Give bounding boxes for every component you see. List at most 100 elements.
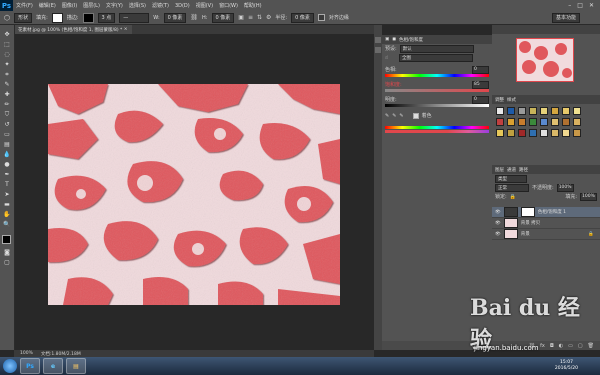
hue-field[interactable]: 0 [472, 65, 489, 74]
channel-select[interactable]: 全图 [399, 53, 474, 62]
quick-mask-icon[interactable]: ◙ [3, 249, 11, 257]
style-swatch-17[interactable] [496, 129, 504, 137]
eye-icon[interactable]: 👁 [495, 221, 501, 226]
eyedropper-plus-icon[interactable]: ✎ [392, 113, 396, 119]
style-swatch-10[interactable] [507, 118, 515, 126]
stamp-tool-icon[interactable]: ⛉ [3, 111, 11, 119]
preset-select[interactable]: 默认 [399, 44, 474, 53]
layer-name[interactable]: 背景 [521, 231, 530, 237]
history-panel-icon[interactable] [375, 37, 381, 43]
style-swatch-19[interactable] [518, 129, 526, 137]
style-swatch-8[interactable] [573, 107, 581, 115]
style-swatch-24[interactable] [573, 129, 581, 137]
taskbar-browser[interactable]: e [43, 358, 63, 374]
navigator-thumbnail[interactable] [516, 38, 574, 82]
blur-tool-icon[interactable]: 💧 [3, 151, 11, 159]
layer-kind-select[interactable]: 类型 [495, 174, 527, 183]
style-swatch-4[interactable] [529, 107, 537, 115]
radius-field[interactable]: 0 像素 [291, 12, 314, 23]
layer-row-adjustment[interactable]: 👁 色相/饱和度 1 [492, 207, 600, 218]
menu-select[interactable]: 选择(S) [126, 2, 149, 9]
close-tab-icon[interactable]: × [124, 27, 128, 32]
style-swatch-14[interactable] [551, 118, 559, 126]
style-swatch-16[interactable] [573, 118, 581, 126]
style-swatch-15[interactable] [562, 118, 570, 126]
hue-slider[interactable] [385, 74, 489, 77]
shape-mode-select[interactable]: 形状 [14, 12, 33, 23]
fill-field[interactable]: 100% [580, 192, 597, 201]
eyedropper-tool-icon[interactable]: ✎ [3, 81, 11, 89]
brush-tool-icon[interactable]: ✏ [3, 101, 11, 109]
lasso-tool-icon[interactable]: ◌ [3, 51, 11, 59]
channels-tab[interactable]: 通道 [507, 167, 516, 173]
crop-tool-icon[interactable]: ⌗ [3, 71, 11, 79]
menu-layer[interactable]: 图层(L) [80, 2, 103, 9]
shape-tool-icon[interactable]: ▬ [3, 201, 11, 209]
style-swatch-18[interactable] [507, 129, 515, 137]
path-selection-tool-icon[interactable]: ➤ [3, 191, 11, 199]
shape-tool-icon[interactable]: ⬡ [4, 14, 10, 22]
style-swatch-20[interactable] [529, 129, 537, 137]
layer-mask-thumb[interactable] [520, 207, 535, 217]
document-info[interactable]: 文档:1.80M/2.18M [41, 351, 81, 357]
path-ops-icon[interactable]: ▣ [238, 14, 244, 21]
pen-tool-icon[interactable]: ✒ [3, 171, 11, 179]
style-swatch-2[interactable] [507, 107, 515, 115]
eye-icon[interactable]: 👁 [495, 232, 501, 237]
magic-wand-tool-icon[interactable]: ✦ [3, 61, 11, 69]
adjustments-tab[interactable]: 调整 [495, 97, 504, 103]
style-swatch-6[interactable] [551, 107, 559, 115]
saturation-slider[interactable] [385, 89, 489, 92]
path-align-icon[interactable]: ≡ [248, 14, 253, 21]
layer-row-background-copy[interactable]: 👁 背景 拷贝 [492, 218, 600, 229]
styles-tab[interactable]: 样式 [507, 97, 516, 103]
start-button[interactable] [3, 359, 17, 373]
healing-tool-icon[interactable]: ✚ [3, 91, 11, 99]
gradient-tool-icon[interactable]: ▤ [3, 141, 11, 149]
opacity-field[interactable]: 100% [556, 183, 574, 192]
stroke-type-select[interactable]: — [119, 12, 150, 23]
foreground-color-swatch[interactable] [2, 235, 11, 244]
mask-icon[interactable]: ◼ [392, 37, 396, 42]
system-clock[interactable]: 15:07 2016/5/20 [555, 360, 600, 372]
menu-window[interactable]: 窗口(W) [216, 2, 241, 9]
type-tool-icon[interactable]: T [3, 181, 11, 189]
close-icon[interactable]: ✕ [589, 2, 594, 9]
menu-3d[interactable]: 3D(D) [172, 3, 193, 9]
path-arrange-icon[interactable]: ⇅ [257, 14, 262, 21]
style-swatch-5[interactable] [540, 107, 548, 115]
screen-mode-icon[interactable]: ▢ [3, 259, 11, 267]
paths-tab[interactable]: 路径 [519, 167, 528, 173]
menu-type[interactable]: 文字(Y) [103, 2, 126, 9]
hand-adjust-icon[interactable]: ☝ [385, 55, 388, 61]
stroke-swatch[interactable] [82, 12, 94, 23]
eyedropper-minus-icon[interactable]: ✎ [399, 113, 403, 119]
document-tab[interactable]: 花素材.jpg @ 100% (色相/饱和度 1, 图层蒙版/8) * × [14, 25, 132, 34]
style-swatch-21[interactable] [540, 129, 548, 137]
lock-icon[interactable]: 🔒 [510, 194, 516, 200]
style-swatch-7[interactable] [562, 107, 570, 115]
style-swatch-9[interactable] [496, 118, 504, 126]
menu-file[interactable]: 文件(F) [13, 2, 36, 9]
minimize-icon[interactable]: – [568, 2, 571, 9]
stroke-width-field[interactable]: 3 点 [97, 12, 116, 23]
style-swatch-22[interactable] [551, 129, 559, 137]
gear-icon[interactable]: ⚙ [266, 14, 271, 21]
align-edges-checkbox[interactable] [317, 14, 325, 21]
layer-row-background[interactable]: 👁 背景 🔒 [492, 229, 600, 240]
eye-icon[interactable]: 👁 [495, 210, 501, 215]
blend-mode-select[interactable]: 正常 [495, 183, 529, 192]
style-swatch-3[interactable] [518, 107, 526, 115]
zoom-tool-icon[interactable]: 🔍 [3, 221, 11, 229]
menu-view[interactable]: 视图(V) [193, 2, 216, 9]
style-swatch-11[interactable] [518, 118, 526, 126]
menu-filter[interactable]: 滤镜(T) [149, 2, 172, 9]
hand-tool-icon[interactable]: ✋ [3, 211, 11, 219]
width-field[interactable]: 0 像素 [163, 12, 187, 23]
history-brush-tool-icon[interactable]: ↺ [3, 121, 11, 129]
menu-image[interactable]: 图像(I) [59, 2, 80, 9]
link-icon[interactable]: ⛓ [190, 14, 198, 21]
style-swatch-1[interactable] [496, 107, 504, 115]
menu-edit[interactable]: 编辑(E) [36, 2, 59, 9]
style-swatch-12[interactable] [529, 118, 537, 126]
